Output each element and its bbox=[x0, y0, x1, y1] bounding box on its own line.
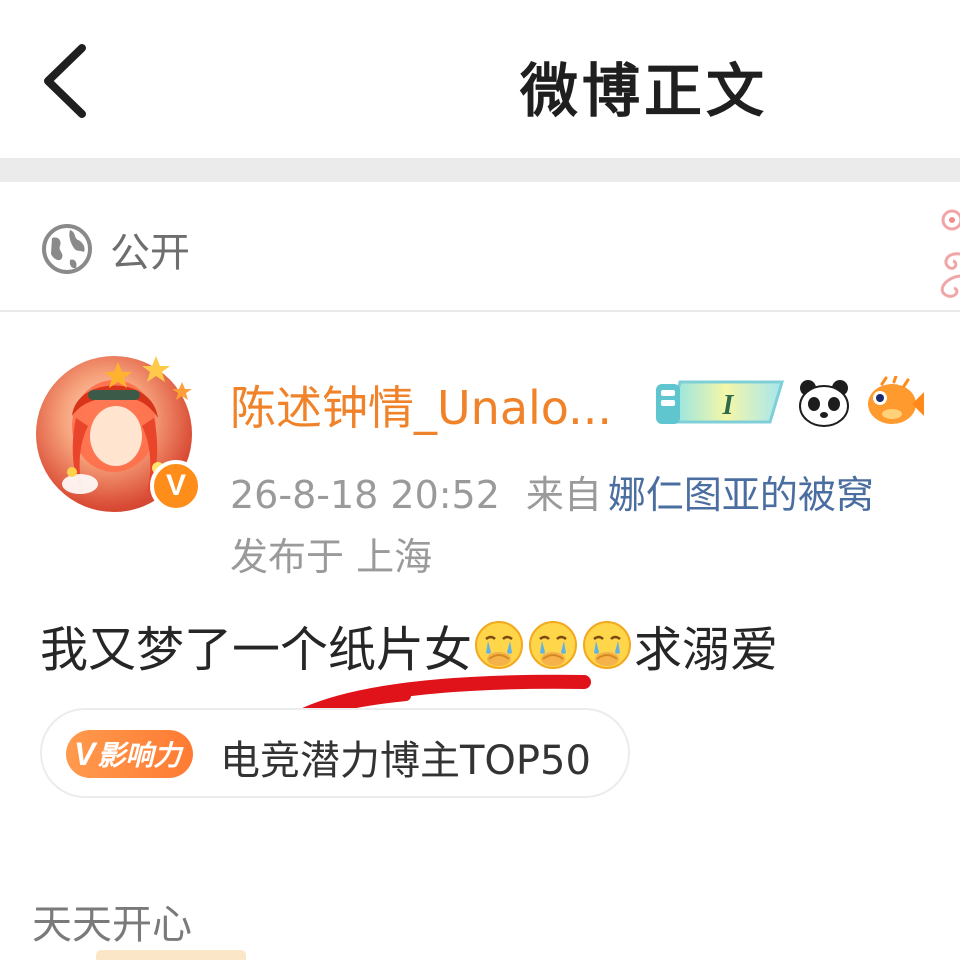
crying-face-emoji-icon bbox=[529, 621, 578, 669]
pufferfish-icon bbox=[868, 376, 924, 424]
footer-text: 天天开心 bbox=[32, 902, 192, 948]
author-avatar-wrap: V bbox=[36, 356, 202, 516]
post-timestamp: 26-8-18 20:52 bbox=[230, 473, 500, 517]
footer-strip bbox=[96, 950, 246, 960]
crying-face-emoji-icon bbox=[475, 621, 524, 669]
top-nav-bar: 微博正文 bbox=[0, 0, 960, 158]
visibility-label: 公开 bbox=[110, 230, 190, 276]
influence-badge-label: 影响力 bbox=[97, 739, 182, 772]
visibility-row: 公开 bbox=[0, 182, 960, 312]
page-title: 微博正文 bbox=[520, 57, 769, 125]
section-divider bbox=[0, 158, 960, 182]
post-text-main: 我又梦了一个纸片女 bbox=[40, 622, 473, 678]
verified-badge: V bbox=[150, 460, 202, 512]
post-meta: 26-8-18 20:52 来自 娜仁图亚的被窝 bbox=[230, 464, 874, 519]
panda-icon bbox=[799, 380, 849, 427]
member-level-text: I bbox=[722, 390, 735, 421]
star-decoration-icon bbox=[104, 356, 192, 400]
source-label: 来自 bbox=[525, 473, 602, 517]
chevron-left-icon bbox=[44, 44, 86, 118]
influence-tag[interactable]: V影响力 电竞潜力博主TOP50 bbox=[40, 708, 630, 798]
author-name[interactable]: 陈述钟情_Unalo... bbox=[230, 372, 612, 438]
post-body: 我又梦了一个纸片女 求溺爱 bbox=[40, 610, 778, 680]
decorative-swirl-icon bbox=[940, 209, 960, 298]
influence-badge: V影响力 bbox=[66, 730, 194, 778]
influence-v-mark: V bbox=[74, 736, 96, 772]
weibo-post-page: 微博正文 公开 V 陈述钟情_Unalo... I 26-8-18 20:52 … bbox=[0, 0, 960, 960]
post-text-tail: 求溺爱 bbox=[634, 622, 779, 678]
member-level-badge[interactable]: I bbox=[650, 376, 786, 428]
crying-face-emoji-icon bbox=[583, 621, 632, 669]
source-link[interactable]: 娜仁图亚的被窝 bbox=[608, 473, 874, 517]
influence-text: 电竞潜力博主TOP50 bbox=[220, 738, 591, 784]
post-location: 发布于 上海 bbox=[230, 535, 433, 579]
globe-icon bbox=[42, 224, 92, 274]
back-button[interactable] bbox=[28, 36, 108, 126]
